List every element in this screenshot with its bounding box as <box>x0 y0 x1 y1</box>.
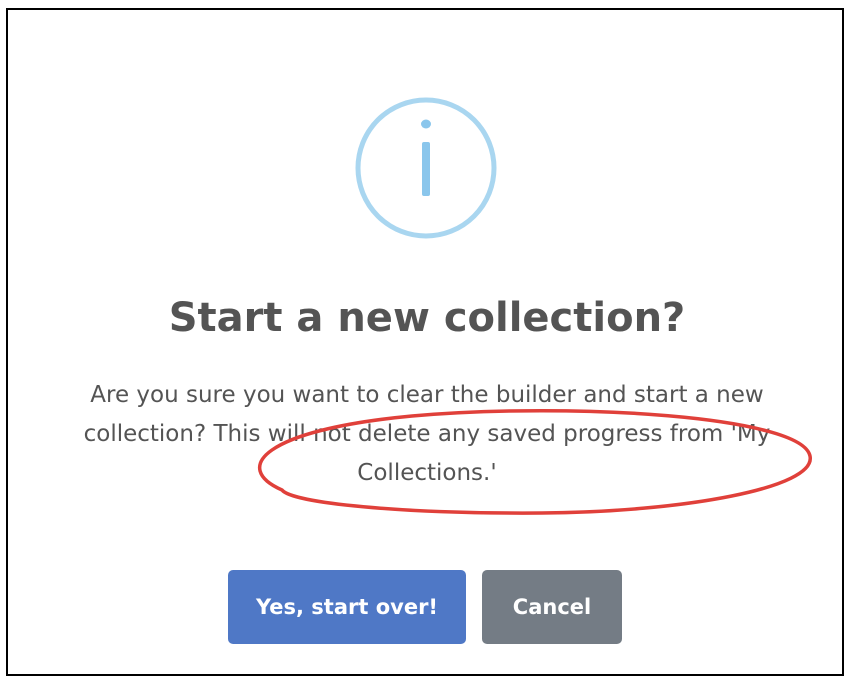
confirm-start-over-button[interactable]: Yes, start over! <box>228 570 466 644</box>
dialog-actions: Yes, start over! Cancel <box>8 570 846 644</box>
info-icon <box>355 97 497 239</box>
cancel-button[interactable]: Cancel <box>482 570 622 644</box>
confirm-dialog: Start a new collection? Are you sure you… <box>6 8 844 676</box>
dialog-message: Are you sure you want to clear the build… <box>83 382 771 486</box>
dialog-title: Start a new collection? <box>168 295 686 341</box>
